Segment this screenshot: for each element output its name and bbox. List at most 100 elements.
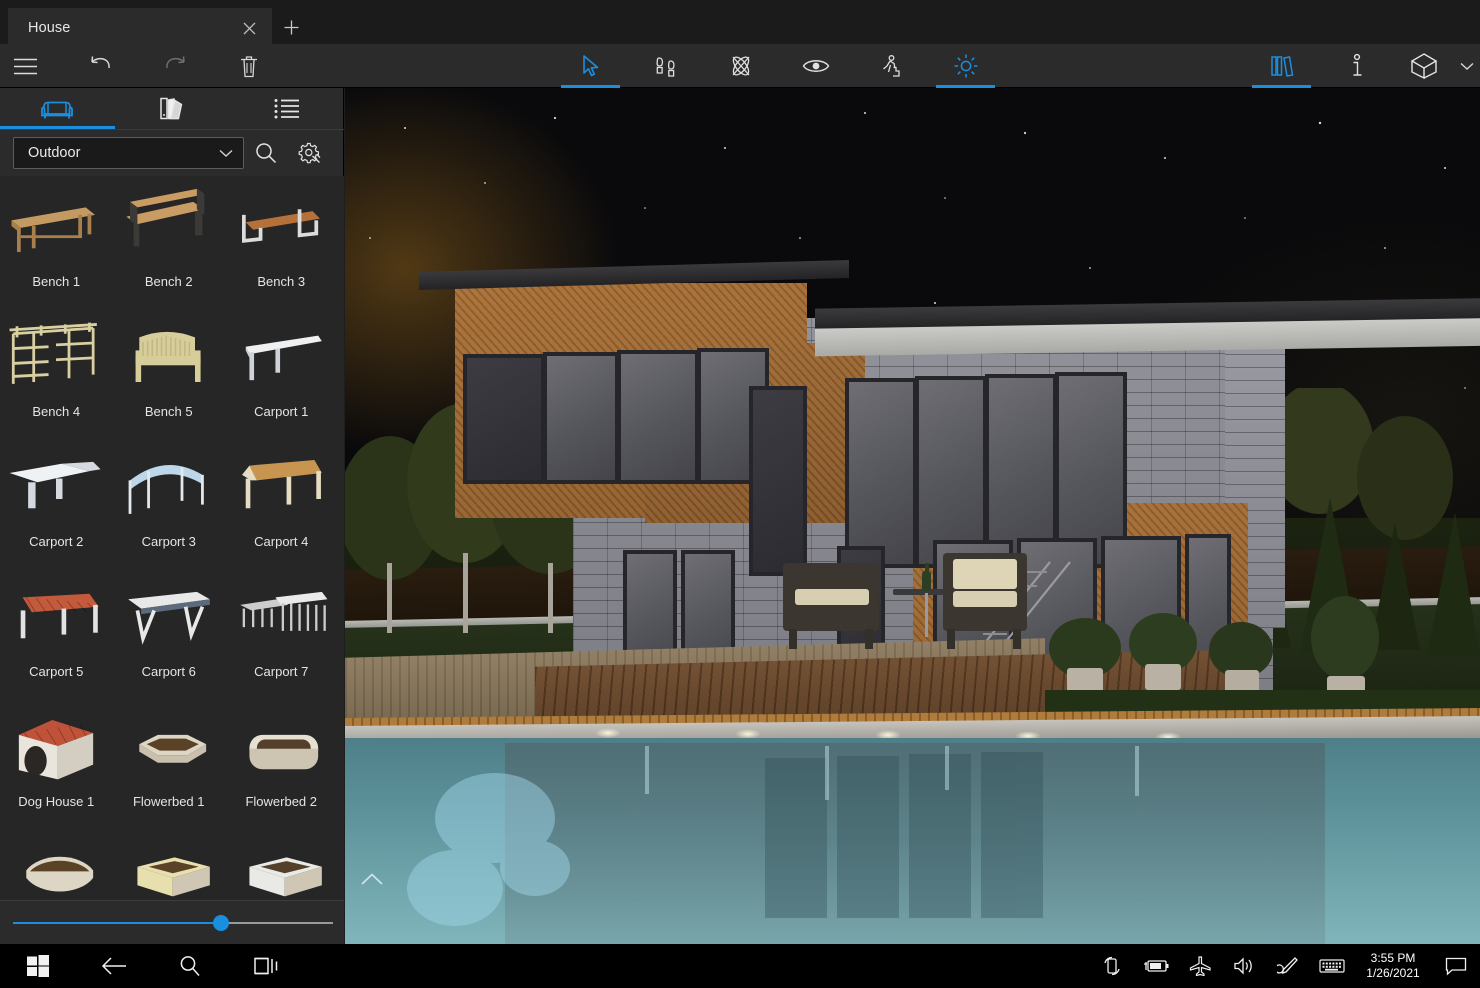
taskbar-clock[interactable]: 3:55 PM 1/26/2021	[1354, 944, 1432, 988]
catalog-item[interactable]: Bench 2	[113, 180, 226, 310]
clock-date: 1/26/2021	[1366, 966, 1419, 981]
catalog-item-thumbnail	[4, 440, 108, 532]
back-button[interactable]	[76, 944, 152, 988]
catalog-item[interactable]: Carport 6	[113, 570, 226, 700]
deck-light-1	[595, 728, 621, 738]
chevron-down-icon	[219, 149, 233, 158]
catalog-item-label: Flowerbed 2	[245, 794, 317, 809]
lighting-tool[interactable]	[928, 44, 1003, 88]
catalog-item-thumbnail	[4, 180, 108, 272]
catalog-item-thumbnail	[4, 700, 108, 792]
panel-tools-group	[1244, 44, 1480, 88]
catalog-item-label: Carport 1	[254, 404, 308, 419]
catalog-item-thumbnail	[117, 700, 221, 792]
close-icon[interactable]	[232, 11, 266, 45]
keyboard-icon[interactable]	[1310, 944, 1354, 988]
catalog-item-label: Carport 3	[142, 534, 196, 549]
window-upper-left-2	[543, 352, 619, 484]
view-tools-group	[553, 44, 1003, 88]
clock-time: 3:55 PM	[1371, 951, 1416, 966]
catalog-item-label: Carport 2	[29, 534, 83, 549]
tab-title: House	[28, 20, 232, 36]
info-panel[interactable]	[1319, 44, 1394, 88]
catalog-item[interactable]: Carport 2	[0, 440, 113, 570]
scene-viewport[interactable]	[345, 88, 1480, 944]
catalog-item[interactable]: Carport 7	[225, 570, 338, 700]
undo-icon[interactable]	[76, 44, 126, 88]
catalog-item-label: Bench 5	[145, 404, 193, 419]
catalog-item-thumbnail	[4, 310, 108, 402]
category-dropdown[interactable]: Outdoor	[13, 137, 244, 169]
catalog-item-label: Carport 4	[254, 534, 308, 549]
library-panel[interactable]	[1244, 44, 1319, 88]
catalog-item-label: Bench 2	[145, 274, 193, 289]
hamburger-menu-icon[interactable]	[0, 44, 50, 88]
catalog-grid: Bench 1 Bench 2 Bench 3 Bench 4 Bench 5 …	[0, 176, 344, 960]
category-value: Outdoor	[28, 145, 219, 161]
catalog-item[interactable]: Carport 5	[0, 570, 113, 700]
task-view-icon[interactable]	[228, 944, 304, 988]
catalog-item-label: Bench 1	[32, 274, 80, 289]
sidebar-controls: Outdoor	[0, 130, 344, 176]
catalog-item[interactable]: Carport 4	[225, 440, 338, 570]
furniture-catalog[interactable]: Bench 1 Bench 2 Bench 3 Bench 4 Bench 5 …	[0, 176, 344, 988]
sidebar-tab-object-list[interactable]	[229, 88, 344, 129]
select-tool[interactable]	[553, 44, 628, 88]
view-tool[interactable]	[778, 44, 853, 88]
search-icon[interactable]	[244, 132, 288, 174]
catalog-item-thumbnail	[229, 700, 333, 792]
tab-bar: House	[0, 0, 1480, 48]
catalog-item[interactable]: Bench 4	[0, 310, 113, 440]
catalog-item-thumbnail	[117, 440, 221, 532]
chevron-up-icon[interactable]	[355, 866, 389, 892]
catalog-item-thumbnail	[229, 310, 333, 402]
catalog-item[interactable]: Bench 3	[225, 180, 338, 310]
thumbnail-size-slider[interactable]	[13, 913, 333, 933]
render-mode-button[interactable]	[1394, 44, 1454, 88]
main-toolbar	[0, 44, 1480, 88]
speaker-icon[interactable]	[1222, 944, 1266, 988]
orbit-tool[interactable]	[703, 44, 778, 88]
climb-tool[interactable]	[853, 44, 928, 88]
redo-icon	[150, 44, 200, 88]
search-icon[interactable]	[152, 944, 228, 988]
catalog-item-thumbnail	[229, 440, 333, 532]
speech-bubble-icon[interactable]	[1432, 944, 1480, 988]
walk-tool[interactable]	[628, 44, 703, 88]
chevron-down-icon[interactable]	[1454, 44, 1480, 88]
airplane-icon[interactable]	[1178, 944, 1222, 988]
catalog-item[interactable]: Bench 5	[113, 310, 226, 440]
catalog-item[interactable]: Flowerbed 2	[225, 700, 338, 830]
document-tab-house[interactable]: House	[8, 8, 272, 48]
catalog-item-thumbnail	[117, 310, 221, 402]
delete-icon[interactable]	[224, 44, 274, 88]
thumbnail-size-slider-container	[0, 900, 344, 944]
catalog-item-thumbnail	[117, 180, 221, 272]
catalog-item[interactable]: Carport 3	[113, 440, 226, 570]
window-upper-left-3	[617, 350, 699, 484]
sidebar-tab-furniture[interactable]	[0, 88, 115, 129]
catalog-item[interactable]: Carport 1	[225, 310, 338, 440]
window-upper-left-1	[463, 354, 545, 484]
catalog-item-label: Carport 5	[29, 664, 83, 679]
catalog-item-label: Carport 7	[254, 664, 308, 679]
rotation-lock-icon[interactable]	[1090, 944, 1134, 988]
catalog-item-thumbnail	[4, 570, 108, 662]
slider-knob[interactable]	[213, 915, 229, 931]
battery-charging-icon[interactable]	[1134, 944, 1178, 988]
catalog-item[interactable]: Bench 1	[0, 180, 113, 310]
catalog-item-thumbnail	[229, 180, 333, 272]
sidebar-tab-materials[interactable]	[115, 88, 230, 129]
catalog-item-thumbnail	[229, 570, 333, 662]
catalog-item-thumbnail	[117, 570, 221, 662]
pen-icon[interactable]	[1266, 944, 1310, 988]
catalog-item[interactable]: Flowerbed 1	[113, 700, 226, 830]
start-button[interactable]	[0, 944, 76, 988]
catalog-item[interactable]: Dog House 1	[0, 700, 113, 830]
system-tray: 3:55 PM 1/26/2021	[1090, 944, 1480, 988]
catalog-item-label: Bench 4	[32, 404, 80, 419]
pool-reflection-details	[345, 738, 1480, 944]
catalog-item-label: Flowerbed 1	[133, 794, 205, 809]
gear-icon[interactable]	[288, 132, 332, 174]
new-tab-button[interactable]	[276, 12, 306, 42]
